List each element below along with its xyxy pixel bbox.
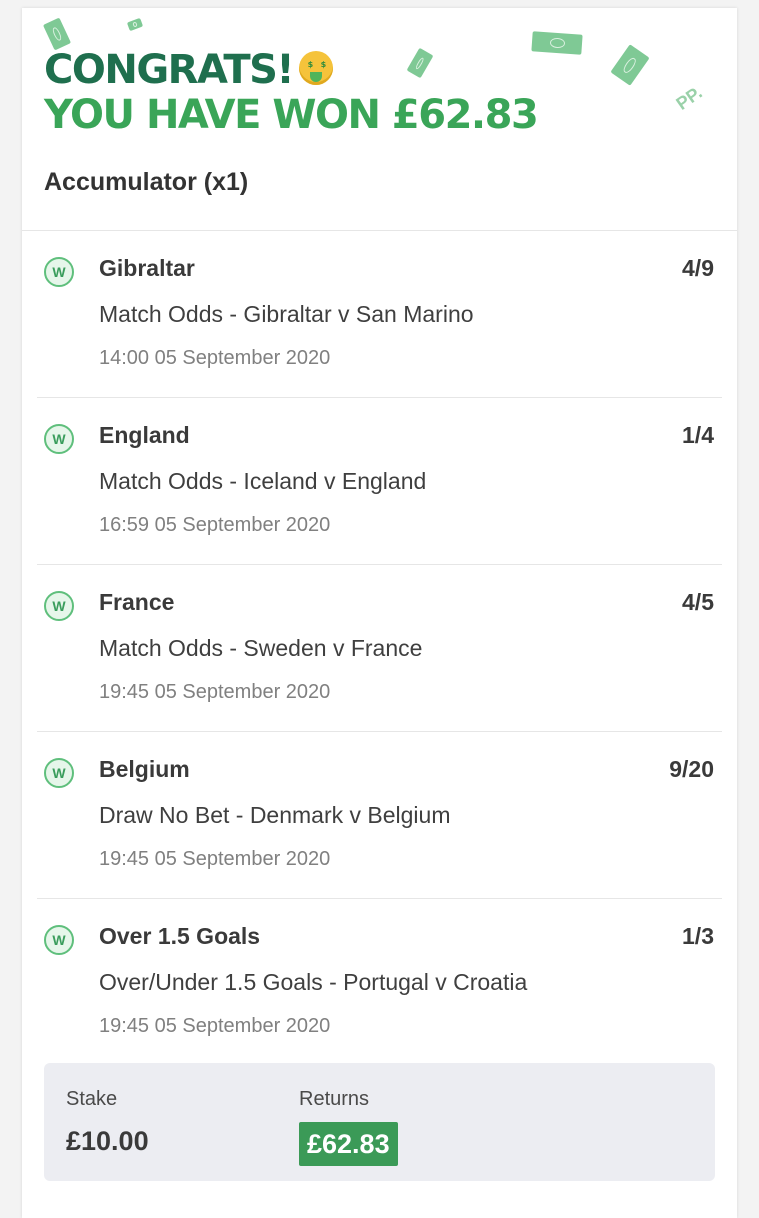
banknote-icon <box>531 31 583 55</box>
won-amount: £62.83 <box>391 92 539 138</box>
bet-type-label: Accumulator (x1) <box>44 168 249 196</box>
selection-row: W Gibraltar 4/9 Match Odds - Gibraltar v… <box>37 231 722 398</box>
selection-name: France <box>99 589 175 615</box>
selection-row: W Belgium 9/20 Draw No Bet - Denmark v B… <box>37 732 722 899</box>
selection-odds: 1/4 <box>682 422 714 448</box>
win-badge-icon: W <box>44 925 74 955</box>
selection-odds: 4/5 <box>682 589 714 615</box>
congrats-heading: CONGRATS! $ $ <box>44 47 334 93</box>
event-time: 19:45 05 September 2020 <box>99 681 331 703</box>
selection-name: Belgium <box>99 756 190 782</box>
win-amount-heading: YOU HAVE WON £62.83 <box>44 92 539 138</box>
selection-row: W Over 1.5 Goals 1/3 Over/Under 1.5 Goal… <box>37 899 722 1065</box>
selection-odds: 4/9 <box>682 255 714 281</box>
market-description: Draw No Bet - Denmark v Belgium <box>99 802 451 828</box>
market-description: Match Odds - Gibraltar v San Marino <box>99 301 474 327</box>
event-time: 19:45 05 September 2020 <box>99 848 331 870</box>
win-badge-icon: W <box>44 257 74 287</box>
selection-row: W England 1/4 Match Odds - Iceland v Eng… <box>37 398 722 565</box>
event-time: 19:45 05 September 2020 <box>99 1015 331 1037</box>
selection-name: England <box>99 422 190 448</box>
stake-value: £10.00 <box>66 1126 149 1156</box>
win-badge-icon: W <box>44 591 74 621</box>
money-mouth-face-icon: $ $ <box>299 51 334 85</box>
market-description: Match Odds - Sweden v France <box>99 635 423 661</box>
brand-mark: PP. <box>672 82 706 114</box>
selection-name: Gibraltar <box>99 255 195 281</box>
banknote-icon <box>610 44 650 86</box>
returns-label: Returns <box>299 1088 370 1110</box>
banknote-icon <box>42 17 72 51</box>
banknote-icon <box>406 47 434 79</box>
selections-list: W Gibraltar 4/9 Match Odds - Gibraltar v… <box>22 231 737 1065</box>
banknote-icon <box>126 17 144 32</box>
selection-odds: 1/3 <box>682 923 714 949</box>
bet-totals-panel: Stake £10.00 Returns £62.83 <box>44 1063 715 1181</box>
bet-receipt-card: PP. CONGRATS! $ $ YOU HAVE WON £62.83 Accu… <box>22 8 737 1218</box>
selection-name: Over 1.5 Goals <box>99 923 261 949</box>
market-description: Over/Under 1.5 Goals - Portugal v Croati… <box>99 969 528 995</box>
selection-odds: 9/20 <box>669 756 714 782</box>
win-badge-icon: W <box>44 758 74 788</box>
stake-label: Stake <box>66 1088 118 1110</box>
win-badge-icon: W <box>44 424 74 454</box>
won-prefix: YOU HAVE WON <box>44 92 381 138</box>
selection-row: W France 4/5 Match Odds - Sweden v Franc… <box>37 565 722 732</box>
returns-value: £62.83 <box>299 1122 398 1166</box>
win-header: PP. CONGRATS! $ $ YOU HAVE WON £62.83 Accu… <box>22 8 737 231</box>
event-time: 14:00 05 September 2020 <box>99 347 331 369</box>
market-description: Match Odds - Iceland v England <box>99 468 427 494</box>
congrats-text: CONGRATS! <box>44 47 295 93</box>
event-time: 16:59 05 September 2020 <box>99 514 331 536</box>
